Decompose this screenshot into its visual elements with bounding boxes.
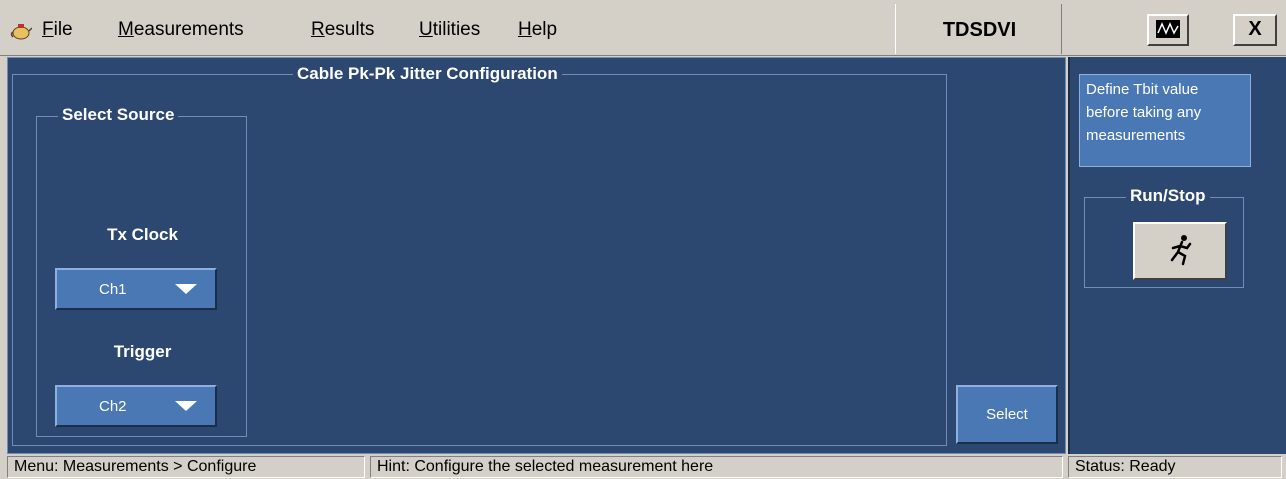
close-button[interactable]: X xyxy=(1233,14,1277,46)
scope-waveform-icon xyxy=(1156,20,1180,38)
hint-line: measurements xyxy=(1086,127,1186,144)
select-source-title: Select Source xyxy=(58,105,179,125)
tx-clock-label: Tx Clock xyxy=(107,225,178,244)
running-man-icon xyxy=(1170,235,1192,266)
scope-view-button[interactable] xyxy=(1147,14,1189,46)
trigger-label: Trigger xyxy=(113,342,172,361)
tx-clock-value: Ch1 xyxy=(99,281,127,298)
trigger-dropdown[interactable]: Ch2 xyxy=(55,385,217,427)
right-panel: Define Tbit value before taking any meas… xyxy=(1068,57,1286,454)
menu-help[interactable]: Help xyxy=(518,19,557,41)
config-title: Cable Pk-Pk Jitter Configuration xyxy=(293,64,562,84)
run-stop-button[interactable] xyxy=(1133,222,1227,280)
select-button[interactable]: Select xyxy=(956,385,1058,444)
trigger-value: Ch2 xyxy=(99,398,127,415)
chevron-down-icon xyxy=(175,401,197,411)
hint-line: Define Tbit value xyxy=(1086,81,1199,98)
hint-line: before taking any xyxy=(1086,104,1202,121)
select-source-group: Tx Clock Ch1 Trigger Ch2 xyxy=(36,116,247,437)
menu-file[interactable]: File xyxy=(42,19,73,41)
menu-measurements[interactable]: Measurements xyxy=(118,19,244,41)
app-title: TDSDVI xyxy=(942,19,1017,41)
status-ready: Status: Ready xyxy=(1068,456,1282,478)
tx-clock-dropdown[interactable]: Ch1 xyxy=(55,268,217,310)
menu-utilities[interactable]: Utilities xyxy=(419,19,480,41)
chevron-down-icon xyxy=(175,284,197,294)
status-bar: Menu: Measurements > Configure Hint: Con… xyxy=(0,455,1286,479)
status-hint: Hint: Configure the selected measurement… xyxy=(370,456,1063,478)
tbit-hint-box: Define Tbit value before taking any meas… xyxy=(1079,74,1251,167)
status-menu: Menu: Measurements > Configure xyxy=(7,456,365,478)
menu-results[interactable]: Results xyxy=(311,19,374,41)
run-stop-title: Run/Stop xyxy=(1126,186,1210,206)
main-panel: Cable Pk-Pk Jitter Configuration Tx Cloc… xyxy=(7,57,1066,454)
app-title-box: TDSDVI xyxy=(895,4,1062,54)
run-stop-group xyxy=(1084,197,1244,288)
menu-bar: File Measurements Results Utilities Help… xyxy=(0,0,1286,56)
app-teapot-icon[interactable] xyxy=(10,20,32,42)
